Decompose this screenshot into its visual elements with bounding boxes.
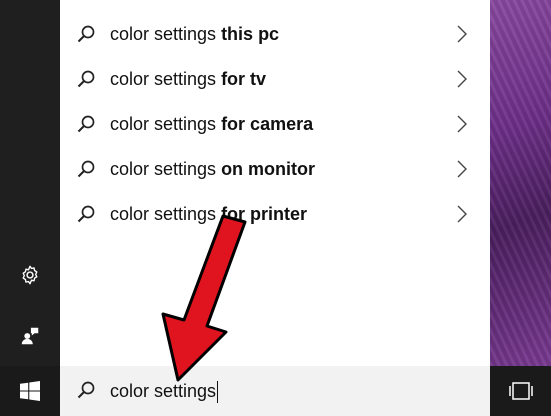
chevron-right-icon: [457, 205, 467, 223]
result-label: color settings on monitor: [110, 159, 316, 179]
result-item[interactable]: color settings for tv: [60, 57, 490, 101]
result-label: color settings for printer: [110, 204, 308, 224]
chevron-right-icon: [457, 160, 467, 178]
result-item[interactable]: color settings on monitor: [60, 147, 490, 191]
search-icon: [77, 115, 95, 133]
search-results-panel: color settings this pc color settings fo…: [60, 0, 490, 366]
chevron-right-icon: [457, 70, 467, 88]
feedback-icon: [21, 327, 39, 345]
search-icon: [77, 25, 95, 43]
result-item[interactable]: color settings for printer: [60, 192, 490, 236]
result-item[interactable]: color settings this pc: [60, 12, 490, 56]
task-view-icon: [508, 382, 533, 400]
left-rail: [0, 0, 60, 366]
settings-gear-icon: [22, 265, 38, 285]
search-input[interactable]: color settings: [110, 366, 219, 416]
chevron-right-icon: [457, 25, 467, 43]
taskbar: color settings: [0, 366, 551, 416]
taskbar-search-box[interactable]: color settings: [60, 366, 490, 416]
search-icon: [77, 160, 95, 178]
result-label: color settings this pc: [110, 24, 280, 44]
search-icon: [77, 205, 95, 223]
feedback-button[interactable]: [0, 312, 60, 360]
search-icon: [77, 381, 95, 399]
result-label: color settings for camera: [110, 114, 314, 134]
task-view-button[interactable]: [490, 366, 551, 416]
chevron-right-icon: [457, 115, 467, 133]
settings-button[interactable]: [0, 251, 60, 299]
result-item[interactable]: color settings for camera: [60, 102, 490, 146]
result-label: color settings for tv: [110, 69, 267, 89]
search-icon: [77, 70, 95, 88]
start-button[interactable]: [0, 366, 60, 416]
desktop-wallpaper: [490, 0, 551, 366]
text-caret: [217, 381, 219, 404]
windows-logo-icon: [20, 381, 40, 401]
